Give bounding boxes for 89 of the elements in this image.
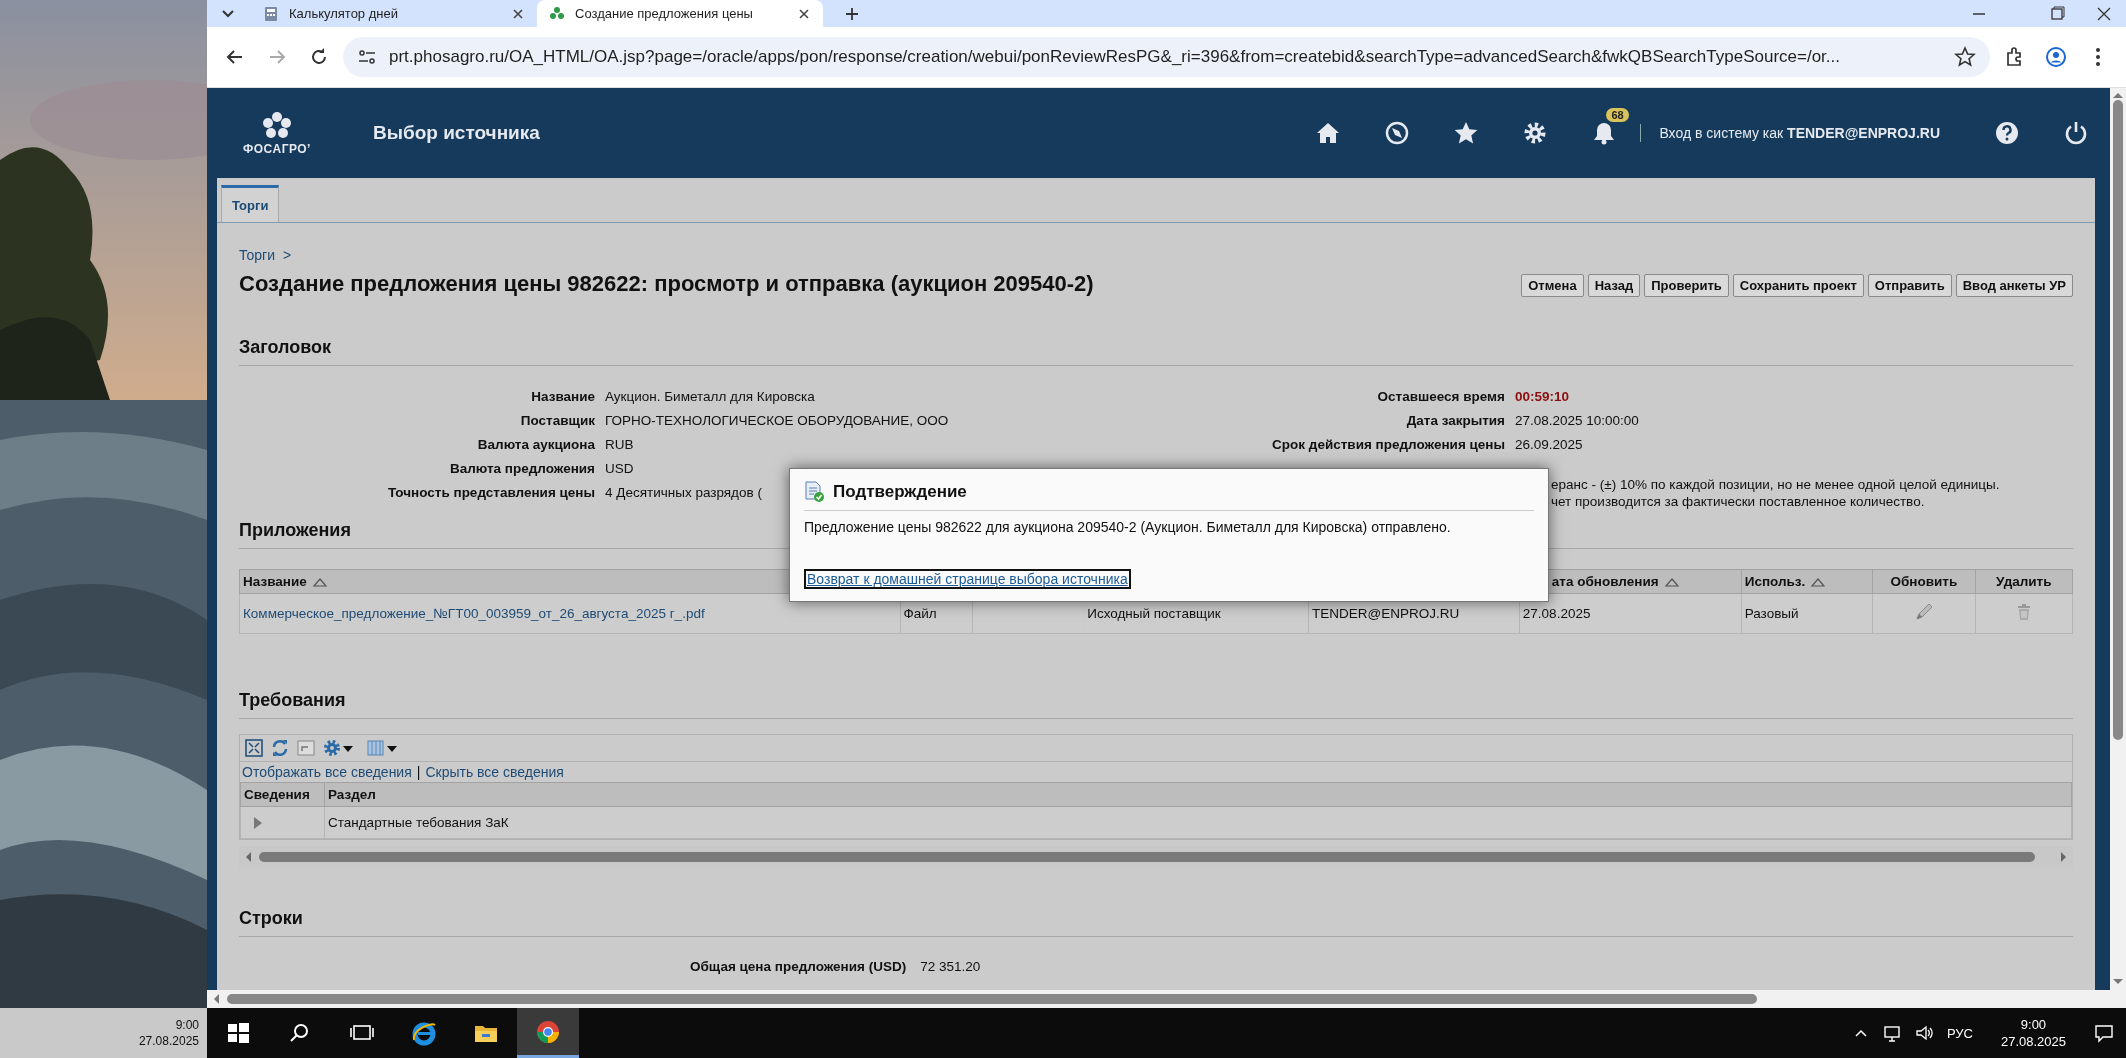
scrollbar-thumb[interactable] bbox=[259, 850, 2035, 864]
field-label: Название bbox=[530, 389, 595, 404]
logo-text: ФОСАГРО’ bbox=[243, 141, 311, 156]
start-icon[interactable] bbox=[225, 1020, 251, 1046]
help-icon[interactable] bbox=[1993, 120, 2020, 146]
link-separator: | bbox=[416, 764, 421, 780]
language-indicator[interactable]: РУС bbox=[1946, 1025, 1973, 1041]
scrollbar-thumb[interactable] bbox=[227, 991, 1757, 1007]
restore-icon[interactable] bbox=[2048, 5, 2066, 22]
breadcrumb-link[interactable]: Торги bbox=[239, 247, 275, 263]
close-icon[interactable] bbox=[797, 6, 811, 21]
breadcrumb-separator: > bbox=[282, 247, 292, 263]
column-header: Раздел bbox=[324, 782, 2072, 807]
field-value: 4 Десятичных разрядов ( bbox=[605, 485, 762, 500]
login-text: Вход в систему как TENDER@ENPROJ.RU bbox=[1659, 125, 1940, 141]
action-button[interactable]: Назад bbox=[1587, 274, 1641, 297]
field-label: Поставщик bbox=[519, 413, 595, 428]
action-button[interactable]: Проверить bbox=[1644, 274, 1729, 297]
scroll-right-icon[interactable] bbox=[2059, 850, 2069, 864]
field-label: Оставшееся время bbox=[1376, 389, 1505, 404]
column-header[interactable]: Название bbox=[243, 574, 307, 589]
dialog-title: Подтверждение bbox=[833, 481, 967, 502]
refresh-icon[interactable] bbox=[270, 738, 290, 758]
clock-time[interactable]: 9:00 bbox=[2020, 1016, 2047, 1033]
action-button[interactable]: Отправить bbox=[1867, 274, 1952, 297]
tab-title: Калькулятор дней bbox=[289, 6, 399, 21]
close-icon[interactable] bbox=[2096, 5, 2112, 22]
section-heading: Строки bbox=[239, 908, 2073, 937]
volume-icon[interactable] bbox=[1914, 1024, 1933, 1042]
field-value: ГОРНО-ТЕХНОЛОГИЧЕСКОЕ ОБОРУДОВАНИЕ, ООО bbox=[605, 413, 949, 428]
browser-tab[interactable]: Создание предложения цены bbox=[537, 0, 823, 27]
sort-icon[interactable] bbox=[1810, 576, 1827, 589]
scrollbar-thumb[interactable] bbox=[2110, 100, 2126, 740]
browser-tab[interactable]: Калькулятор дней bbox=[251, 0, 537, 27]
clock-date: 27.08.2025 bbox=[138, 1033, 199, 1049]
network-icon[interactable] bbox=[1882, 1024, 1901, 1042]
clock-time: 9:00 bbox=[175, 1017, 199, 1033]
action-button[interactable]: Ввод анкеты УР bbox=[1955, 274, 2073, 297]
field-label: Дата закрытия bbox=[1405, 413, 1505, 428]
chrome-icon[interactable] bbox=[535, 1018, 561, 1045]
field-value: RUB bbox=[605, 437, 634, 452]
action-button[interactable]: Сохранить проект bbox=[1732, 274, 1864, 297]
notification-badge: 68 bbox=[1606, 108, 1629, 122]
note-text: еранс - (±) 10% по каждой позиции, но не менее одной целой единицы. bbox=[1551, 476, 2001, 493]
field-label: Валюта предложения bbox=[448, 461, 595, 476]
notifications-icon[interactable] bbox=[2094, 1023, 2114, 1043]
section-heading: Заголовок bbox=[239, 337, 2073, 366]
field-value: 27.08.2025 10:00:00 bbox=[1515, 413, 1639, 428]
page-tab[interactable]: Торги bbox=[221, 185, 280, 222]
timer-value: 00:59:10 bbox=[1515, 389, 1570, 404]
new-tab-icon[interactable] bbox=[844, 5, 860, 22]
field-label: Срок действия предложения цены bbox=[1271, 437, 1505, 452]
app-title: Выбор источника bbox=[373, 122, 540, 144]
table-cell: 27.08.2025 bbox=[1519, 593, 1742, 634]
expand-all-icon[interactable] bbox=[244, 738, 264, 758]
return-home-link[interactable]: Возврат к домашней странице выбора источника bbox=[804, 569, 1131, 589]
document-check-icon bbox=[804, 481, 825, 502]
action-button[interactable]: Отмена bbox=[1521, 274, 1584, 297]
bookmark-star-icon[interactable] bbox=[1954, 46, 1976, 68]
browser-icon[interactable] bbox=[411, 1020, 437, 1046]
columns-dropdown-icon[interactable] bbox=[366, 738, 398, 758]
compass-icon[interactable] bbox=[1383, 120, 1410, 146]
tab-title: Создание предложения цены bbox=[575, 6, 754, 21]
show-all-link[interactable]: Отображать все сведения bbox=[242, 764, 412, 780]
field-value: USD bbox=[605, 461, 634, 476]
field-value: 26.09.2025 bbox=[1515, 437, 1583, 452]
column-header: Сведения bbox=[240, 782, 325, 807]
star-icon[interactable] bbox=[1452, 120, 1479, 146]
settings-dropdown-icon[interactable] bbox=[322, 738, 354, 758]
table-cell: Стандартные тебования ЗаК bbox=[324, 806, 2072, 839]
note-text: чет производится за фактически поставленное количество. bbox=[1551, 493, 1926, 510]
field-value: 72 351.20 bbox=[920, 959, 981, 974]
site-info-icon[interactable] bbox=[357, 47, 377, 67]
dialog-message: Предложение цены 982622 для аукциона 209540-2 (Аукцион. Биметалл для Кировска) отправлено. bbox=[804, 519, 1452, 535]
field-label: Общая цена предложения (USD) bbox=[690, 959, 907, 974]
table-cell: Разовый bbox=[1741, 593, 1873, 634]
field-value: Аукцион. Биметалл для Кировска bbox=[605, 389, 815, 404]
hide-all-link[interactable]: Скрыть все сведения bbox=[425, 764, 564, 780]
profile-icon[interactable] bbox=[2045, 46, 2067, 68]
calculator-icon bbox=[263, 5, 279, 22]
section-heading: Требования bbox=[239, 690, 2073, 719]
sort-icon[interactable] bbox=[311, 576, 328, 589]
field-label: Точность представления цены bbox=[386, 485, 595, 500]
clock-date[interactable]: 27.08.2025 bbox=[2000, 1033, 2066, 1050]
close-icon[interactable] bbox=[511, 6, 525, 21]
page-title: Создание предложения цены 982622: просмотр и отправка (аукцион 209540-2) bbox=[239, 271, 1094, 297]
sort-icon[interactable] bbox=[1663, 576, 1680, 589]
field-label: Валюта аукциона bbox=[476, 437, 595, 452]
flower-icon bbox=[549, 5, 565, 22]
